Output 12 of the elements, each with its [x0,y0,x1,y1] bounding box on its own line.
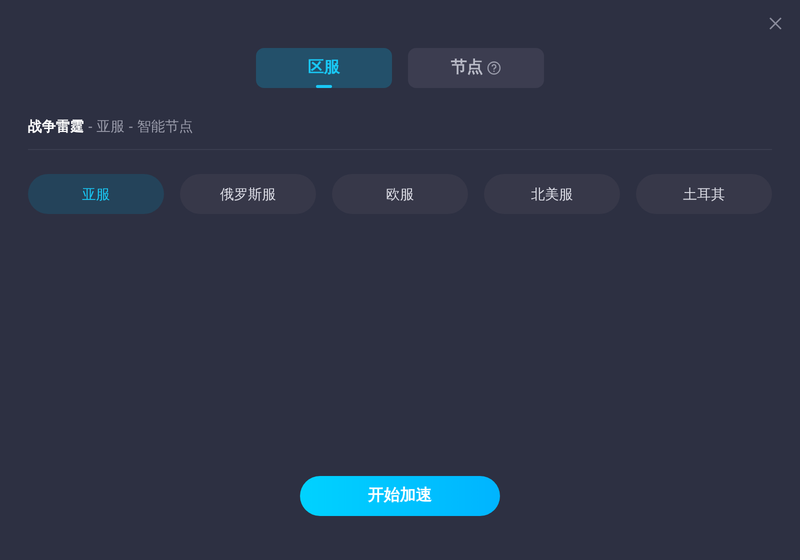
tab[interactable]: 区服 [256,48,392,88]
region-button[interactable]: 亚服 [28,174,164,214]
game-title: 战争雷霆 [28,117,84,136]
region-button[interactable]: 欧服 [332,174,468,214]
help-icon[interactable] [487,61,501,75]
tab[interactable]: 节点 [408,48,544,88]
region-button[interactable]: 北美服 [484,174,620,214]
close-icon[interactable] [769,17,782,30]
tab-indicator [316,85,332,88]
region-button[interactable]: 俄罗斯服 [180,174,316,214]
breadcrumb-path: - 亚服 - 智能节点 [88,117,193,136]
region-button[interactable]: 土耳其 [636,174,772,214]
